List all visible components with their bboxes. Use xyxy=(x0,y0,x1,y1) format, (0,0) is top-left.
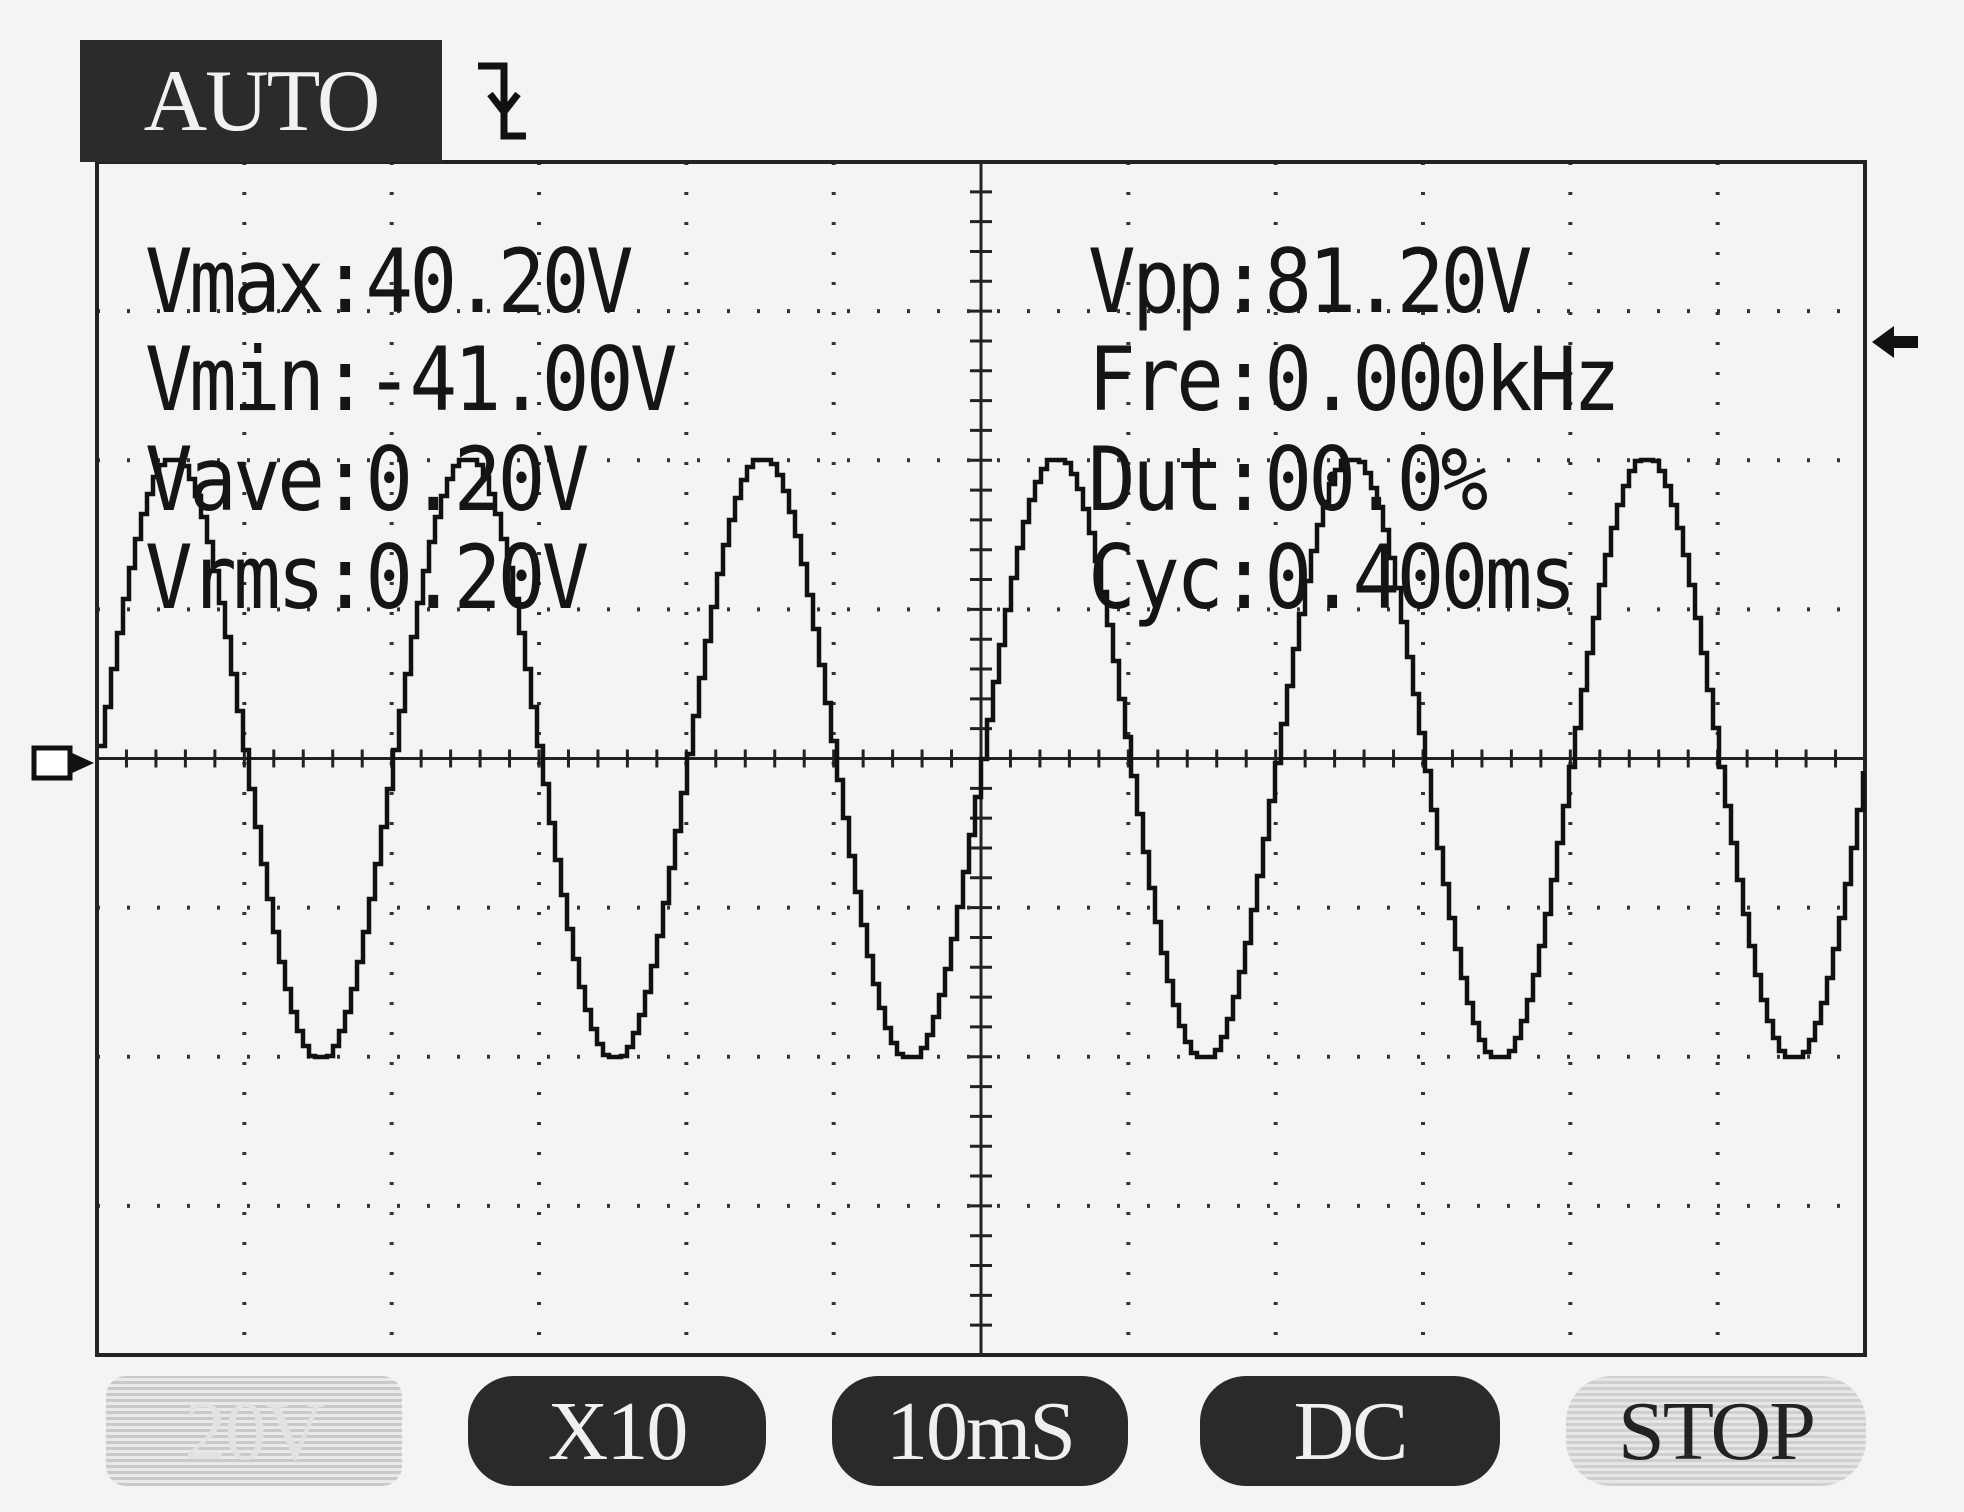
oscilloscope-screen xyxy=(31,160,1918,1357)
vmax-readout: Vmax:40.20V xyxy=(145,230,634,333)
timebase-button[interactable]: 10mS xyxy=(832,1376,1128,1486)
run-stop-button[interactable]: STOP xyxy=(1566,1376,1866,1486)
falling-edge-trigger-icon[interactable] xyxy=(470,58,530,148)
vmin-readout: Vmin:-41.00V xyxy=(145,328,678,431)
vrms-readout: Vrms:0.20V xyxy=(145,526,589,629)
coupling-button[interactable]: DC xyxy=(1200,1376,1500,1486)
duty-cycle-readout: Dut:00.0% xyxy=(1088,428,1488,531)
acquisition-mode-badge[interactable]: AUTO xyxy=(80,40,442,162)
vpp-readout: Vpp:81.20V xyxy=(1088,230,1532,333)
volts-per-div-button[interactable]: 20V xyxy=(106,1376,402,1486)
probe-factor-button[interactable]: X10 xyxy=(468,1376,766,1486)
frequency-readout: Fre:0.000kHz xyxy=(1088,328,1621,431)
trigger-level-arrow-icon[interactable] xyxy=(1872,326,1918,358)
ground-level-marker-icon[interactable] xyxy=(31,745,94,781)
vave-readout: Vave:0.20V xyxy=(145,428,589,531)
cycle-period-readout: Cyc:0.400ms xyxy=(1088,526,1577,629)
